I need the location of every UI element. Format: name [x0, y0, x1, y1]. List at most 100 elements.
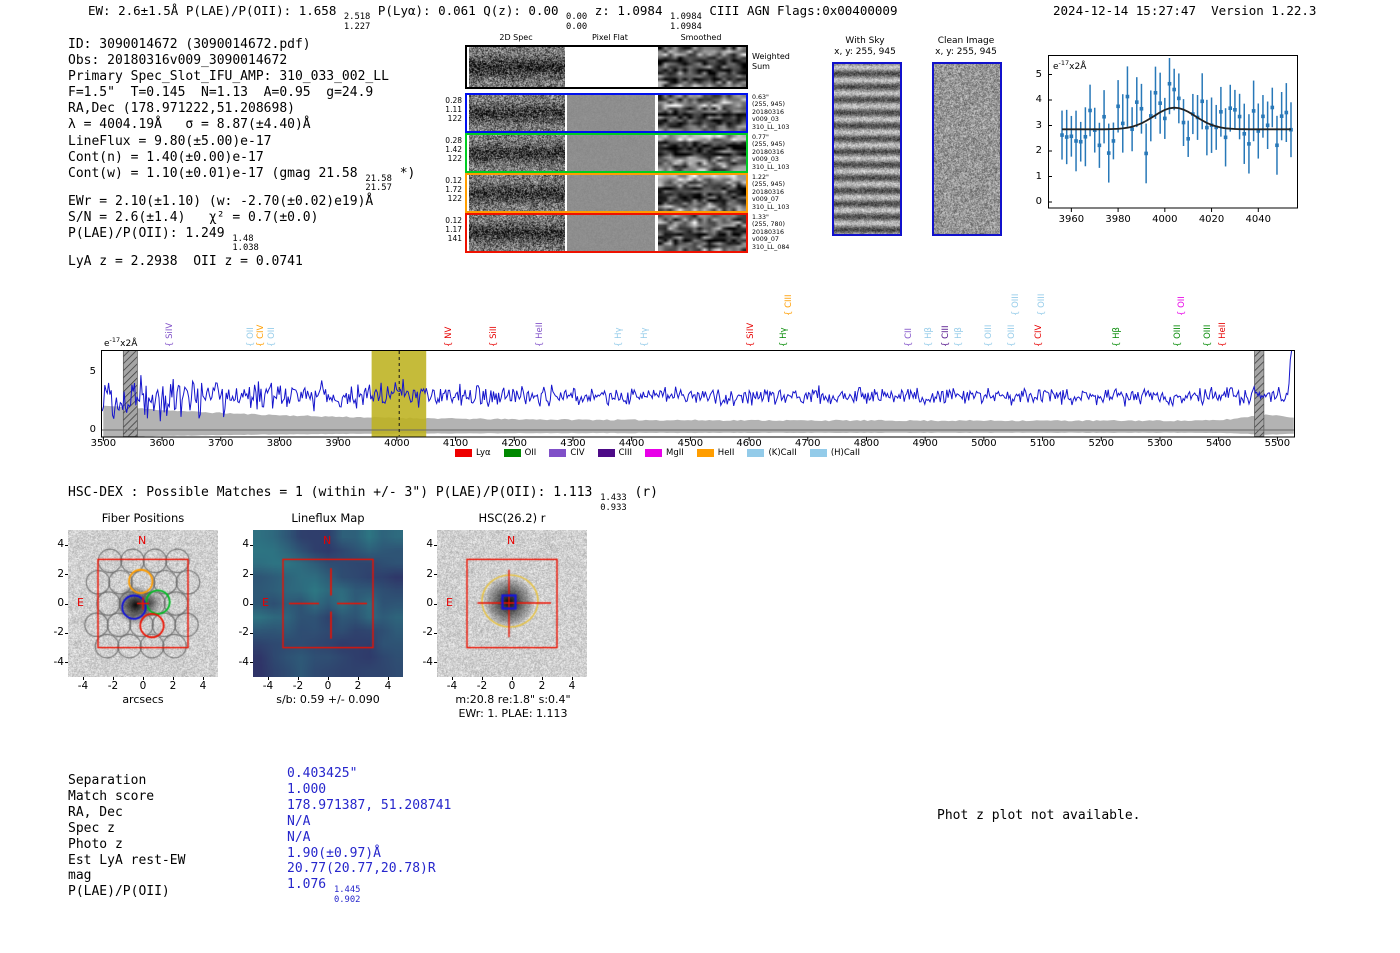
spec-xtick-5200: 5200 — [1088, 438, 1114, 449]
fiber-ytick-0: 0 — [57, 597, 64, 609]
hsc-ytick--4: -4 — [422, 655, 433, 668]
spec2d-col-header-smoothed: Smoothed — [680, 33, 722, 42]
spectral-line-label-heii-25: { HeII — [1218, 322, 1229, 347]
spec2d-col-header-pixelflat: Pixel Flat — [592, 33, 628, 42]
fiber-xtick-4: 4 — [199, 680, 207, 692]
spec2d-row-1-2dspec-image — [469, 135, 565, 171]
legend-swatch — [645, 449, 663, 457]
fiber-ytick-4: 4 — [57, 538, 64, 551]
info-line-7: Cont(n) = 1.40(±0.00)e-17 — [68, 149, 264, 165]
hsc-ytickmark--2 — [434, 632, 437, 634]
lineflux-xtick-2: 2 — [354, 680, 362, 692]
spectral-line-label-oii-1: { OII — [246, 327, 257, 347]
lineflux-ytick-0: 0 — [242, 597, 249, 609]
hsc-ytickmark-4 — [434, 544, 437, 546]
hsc-ytickmark-0 — [434, 603, 437, 605]
spec-ytick-5: 5 — [89, 366, 96, 377]
spec2d-row-3-pixelflat-image — [567, 215, 655, 251]
hsc-xtick--4: -4 — [446, 680, 458, 692]
spec2d-row-0-right-labels: 0.63" (255, 945) 20180316 v009_03 310_LL_103 — [752, 94, 790, 131]
weighted-sum-label: Weighted Sum — [752, 52, 790, 71]
hsc-ytickmark-2 — [434, 574, 437, 576]
info-line-0: ID: 3090014672 (3090014672.pdf) — [68, 37, 311, 52]
clean-title: Clean Image x, y: 255, 945 — [935, 36, 997, 57]
spec2d-row-2-smoothed-image — [658, 175, 746, 211]
spec2d-col-header-2dspec: 2D Spec — [499, 33, 533, 42]
fit-xtick-4040: 4040 — [1245, 214, 1271, 225]
withsky-image — [832, 62, 902, 236]
spec-xtick-3500: 3500 — [90, 438, 117, 449]
legend-item-heii: HeII — [696, 448, 734, 458]
hi-lo-stack: 1.433 0.933 — [600, 493, 627, 513]
legend-item-ciii: CIII — [597, 448, 632, 458]
match-label-matchscore: Match score — [68, 788, 155, 804]
line-fit-plot — [1048, 55, 1298, 212]
legend-item-civ: CIV — [549, 448, 585, 458]
hsc-caption-1: m:20.8 re:1.8" s:0.4" — [455, 693, 571, 706]
spec2d-row-1 — [465, 133, 748, 173]
spectral-line-label-cii-12: { CII — [904, 327, 915, 347]
match-label-estlyarestew: Est LyA rest-EW — [68, 852, 186, 868]
hsc-xtick-0: 0 — [508, 680, 516, 692]
hi-lo-stack: 1.48 1.038 — [232, 233, 259, 254]
hsc-xtickmark-2 — [542, 677, 543, 680]
spec2d-row-2 — [465, 173, 748, 213]
info-line-6: LineFlux = 9.80(±5.00)e-17 — [68, 133, 272, 149]
lineflux-ytickmark-0 — [250, 603, 253, 605]
fiber-xtick--4: -4 — [77, 680, 89, 692]
lineflux-xtickmark-0 — [328, 677, 329, 680]
hsc-xtick-2: 2 — [538, 680, 546, 692]
hi-lo-stack: 21.58 21.57 — [365, 173, 392, 194]
hi-lo-stack: 1.0984 1.0984 — [670, 12, 702, 32]
fit-xtick-3980: 3980 — [1105, 214, 1131, 225]
spectral-line-label-oiii-18: { OIII — [1011, 293, 1022, 316]
spectral-line-label-hβ-13: { Hβ — [924, 327, 935, 347]
lineflux-xtick-0: 0 — [324, 680, 332, 692]
info-line-12: LyA z = 2.2938 OII z = 0.0741 — [68, 253, 303, 269]
fiber-ytick-2: 2 — [57, 567, 64, 580]
info-line-11: P(LAE)/P(OII): 1.249 1.48 1.038 — [68, 225, 259, 254]
clean-image — [932, 62, 1002, 236]
legend-swatch — [747, 449, 765, 457]
match-label-plaepoii: P(LAE)/P(OII) — [68, 884, 170, 900]
spec-xtick-4900: 4900 — [912, 438, 938, 449]
legend-item-mgii: MgII — [645, 448, 684, 458]
spec-xtick-3800: 3800 — [266, 438, 293, 449]
fiber-panel-title: Fiber Positions — [101, 511, 185, 525]
legend-item-oii: OII — [503, 448, 536, 458]
fit-ytick-1: 1 — [1035, 170, 1042, 182]
lineflux-xtickmark-4 — [388, 677, 389, 680]
spec2d-row-3-2dspec-image — [469, 215, 565, 251]
hsc-ytickmark--4 — [434, 662, 437, 664]
hsc-compass-n: N — [507, 534, 516, 547]
spectral-line-label-oii-3: { OII — [267, 327, 278, 347]
spec2d-row-0 — [465, 93, 748, 133]
fiber-ytick--4: -4 — [53, 655, 64, 668]
spec-xtick-3900: 3900 — [325, 438, 351, 449]
legend-swatch — [503, 449, 521, 457]
fiber-xtickmark--2 — [113, 677, 114, 680]
lineflux-xtick-4: 4 — [384, 680, 392, 692]
lineflux-caption: s/b: 0.59 +/- 0.090 — [276, 693, 380, 706]
hsc-xtickmark-0 — [512, 677, 513, 680]
spec-xtick-4000: 4000 — [384, 438, 410, 449]
legend-item-ly: Lyα — [455, 448, 491, 458]
spec2d-weighted-row — [465, 45, 748, 89]
hsc-caption-2: EWr: 1. PLAE: 1.113 — [458, 707, 568, 720]
fiber-xtickmark-0 — [143, 677, 144, 680]
spec-ytick-0: 0 — [89, 424, 96, 435]
fiber-ytickmark-4 — [65, 544, 68, 546]
spectral-line-label-civ-20: { CIV — [1033, 324, 1044, 347]
spectral-line-label-nv-4: { NV — [444, 326, 455, 347]
spec2d-row-0-pixelflat-image — [567, 95, 655, 131]
info-line-9: EWr = 2.10(±1.10) (w: -2.70(±0.02)e19)Å — [68, 193, 374, 209]
spectral-line-label-ciii-11: { CIII — [784, 294, 795, 316]
spectrum-units-label: e-17x2Å — [104, 336, 138, 349]
info-line-10: S/N = 2.6(±1.4) χ² = 0.7(±0.0) — [68, 209, 319, 225]
fit-ytick-0: 0 — [1035, 196, 1042, 207]
lineflux-ytick--4: -4 — [238, 655, 249, 668]
legend-item-hcaii: (H)CaII — [809, 448, 860, 458]
spectral-line-label-heii-6: { HeII — [534, 322, 545, 347]
legend-item-kcaii: (K)CaII — [747, 448, 797, 458]
fiber-compass-e: E — [77, 596, 84, 609]
